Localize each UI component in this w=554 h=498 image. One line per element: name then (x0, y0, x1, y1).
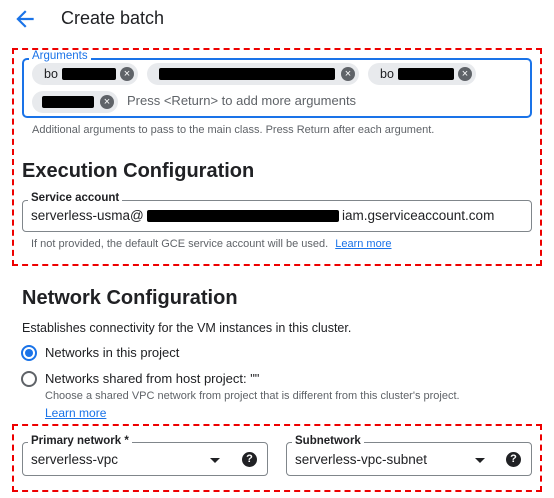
service-account-helper-text: If not provided, the default GCE service… (31, 238, 329, 250)
chevron-down-icon (210, 458, 220, 463)
service-account-label: Service account (28, 192, 123, 205)
service-account-value: serverless-usma@ iam.gserviceaccount.com (31, 208, 494, 226)
argument-chip[interactable]: bo × (368, 63, 476, 85)
learn-more-link[interactable]: Learn more (45, 406, 106, 420)
primary-network-value: serverless-vpc (31, 452, 119, 467)
subnetwork-value: serverless-vpc-subnet (295, 452, 428, 467)
remove-chip-icon[interactable]: × (341, 67, 355, 81)
remove-chip-icon[interactable]: × (120, 67, 134, 81)
help-icon[interactable]: ? (242, 452, 257, 467)
redaction (147, 210, 339, 222)
redaction (398, 68, 454, 80)
remove-chip-icon[interactable]: × (100, 95, 114, 109)
redaction (159, 68, 335, 80)
service-account-suffix: iam.gserviceaccount.com (342, 208, 495, 223)
radio-networks-in-project[interactable] (21, 345, 37, 361)
radio-networks-shared[interactable] (21, 371, 37, 387)
help-icon[interactable]: ? (506, 452, 521, 467)
radio-label: Networks shared from host project: "" (45, 371, 260, 386)
execution-section-title: Execution Configuration (22, 160, 255, 182)
arguments-input[interactable]: Press <Return> to add more arguments (127, 93, 356, 108)
chevron-down-icon (475, 458, 485, 463)
back-button[interactable] (12, 6, 38, 32)
argument-chip[interactable]: × (147, 63, 359, 85)
network-description: Establishes connectivity for the VM inst… (22, 321, 352, 335)
arrow-back-icon (16, 10, 34, 28)
arguments-helper: Additional arguments to pass to the main… (32, 124, 435, 136)
shared-network-helper: Choose a shared VPC network from project… (45, 390, 460, 402)
subnetwork-label: Subnetwork (292, 435, 364, 448)
argument-chip[interactable]: × (32, 91, 118, 113)
page-title: Create batch (61, 8, 165, 28)
primary-network-label: Primary network * (28, 435, 132, 448)
chip-label: bo (44, 67, 58, 81)
redaction (42, 96, 94, 108)
top-bar: Create batch (0, 0, 554, 38)
service-account-helper: If not provided, the default GCE service… (31, 238, 392, 250)
service-account-prefix: serverless-usma@ (31, 208, 144, 223)
remove-chip-icon[interactable]: × (458, 67, 472, 81)
learn-more-link[interactable]: Learn more (335, 238, 391, 250)
redaction (62, 68, 116, 80)
chip-label: bo (380, 67, 394, 81)
network-section-title: Network Configuration (22, 287, 238, 309)
radio-label: Networks in this project (45, 345, 180, 360)
arguments-label: Arguments (29, 50, 91, 63)
argument-chip[interactable]: bo × (32, 63, 138, 85)
